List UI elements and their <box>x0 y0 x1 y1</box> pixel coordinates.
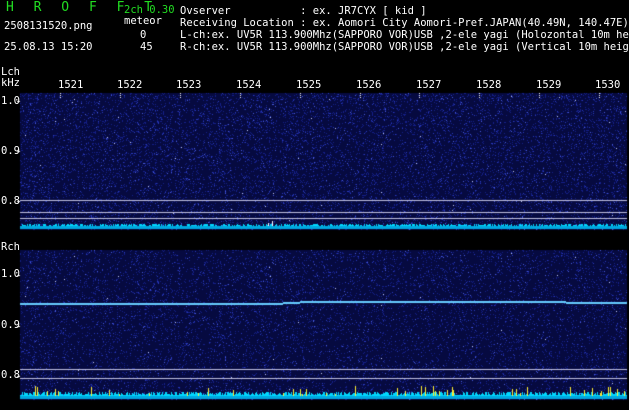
lch-info-line: L-ch:ex. UV5R 113.900Mhz(SAPPORO VOR)USB… <box>180 29 629 41</box>
time-tick-1527: 1527 <box>416 79 442 91</box>
rch-tick-0.9: 0.9 <box>1 319 20 331</box>
filename: 2508131520.png <box>4 20 93 32</box>
meteor-count-rch: 45 <box>140 41 153 53</box>
time-tick-1528: 1528 <box>476 79 502 91</box>
time-tick-1530: 1530 <box>595 79 621 91</box>
time-tick-1529: 1529 <box>536 79 562 91</box>
time-tick-1521: 1521 <box>58 79 84 91</box>
time-tick-1524: 1524 <box>236 79 262 91</box>
rch-label: Rch <box>1 241 20 253</box>
time-tick-1525: 1525 <box>296 79 322 91</box>
rch-tick-1.0: 1.0 <box>1 268 20 280</box>
rch-info-line: R-ch:ex. UV5R 113.900Mhz(SAPPORO VOR)USB… <box>180 41 629 53</box>
meteor-label: meteor <box>124 15 162 27</box>
lch-tick-1.0: 1.0 <box>1 95 20 107</box>
location-line: Receiving Location : ex. Aomori City Aom… <box>180 17 629 29</box>
lch-tick-0.8: 0.8 <box>1 195 20 207</box>
observer-line: Ovserver : ex. JR7CYX [ kid ] <box>180 5 427 17</box>
time-tick-1522: 1522 <box>117 79 143 91</box>
spectrogram-canvas <box>0 0 629 410</box>
lch-unit: kHz <box>1 77 20 89</box>
rch-tick-0.8: 0.8 <box>1 369 20 381</box>
lch-tick-0.9: 0.9 <box>1 145 20 157</box>
time-tick-1526: 1526 <box>356 79 382 91</box>
time-tick-1523: 1523 <box>176 79 202 91</box>
meteor-count-lch: 0 <box>140 29 147 41</box>
datetime: 25.08.13 15:20 <box>4 41 93 53</box>
